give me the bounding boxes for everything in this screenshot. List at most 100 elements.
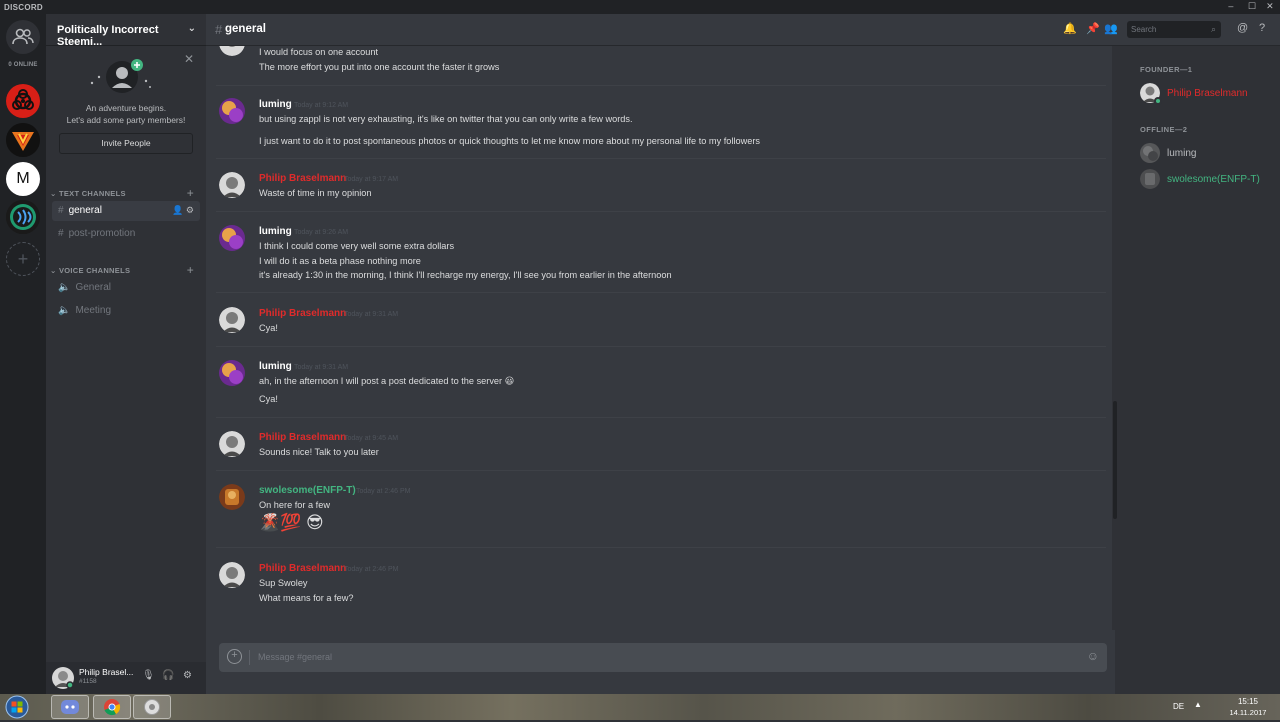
gear-icon[interactable]: ⚙ (183, 670, 192, 681)
message-emoji-line: 🌋💯 😎 (259, 513, 324, 532)
member-philip[interactable]: Philip Braselmann (1140, 83, 1280, 105)
voice-channels-category[interactable]: ⌄ VOICE CHANNELS + (50, 263, 200, 277)
message-author[interactable]: Philip Braselmann (259, 432, 346, 443)
member-name: Philip Braselmann (1167, 88, 1248, 99)
minimize-button[interactable]: – (1223, 1, 1239, 13)
message-placeholder: Message #general (258, 652, 333, 662)
search-input[interactable]: Search ⌕ (1127, 21, 1221, 38)
window-title-bar: DISCORD – ☐ ✕ (0, 0, 1280, 14)
server-steemit[interactable] (6, 200, 40, 234)
message-author[interactable]: luming (259, 361, 292, 372)
add-channel-icon[interactable]: + (187, 186, 194, 200)
close-window-button[interactable]: ✕ (1262, 1, 1278, 13)
message-input[interactable]: + Message #general ☺ (219, 643, 1107, 672)
hash-icon: # (215, 22, 223, 37)
add-server-button[interactable]: + (6, 242, 40, 276)
emoji-picker-icon[interactable]: ☺ (1087, 649, 1099, 663)
avatar[interactable] (219, 484, 245, 510)
user-tag: #1158 (79, 678, 97, 685)
message-timestamp: Today at 9:31 AM (344, 311, 399, 318)
avatar[interactable] (219, 98, 245, 124)
channel-general[interactable]: # general 👤 ⚙ (52, 201, 200, 221)
avatar[interactable] (219, 431, 245, 457)
category-label: VOICE CHANNELS (58, 266, 131, 275)
message-timestamp: Today at 2:46 PM (356, 488, 411, 495)
message-line: I would focus on one account (259, 47, 379, 57)
invite-people-button[interactable]: Invite People (59, 133, 193, 154)
text-channels-category[interactable]: ⌄ TEXT CHANNELS + (50, 186, 200, 200)
message-author[interactable]: Philip Braselmann (259, 563, 346, 574)
server-biohazard[interactable] (6, 84, 40, 118)
message-author[interactable]: Philip Braselmann (259, 308, 346, 319)
add-channel-icon[interactable]: + (187, 263, 194, 277)
bell-icon[interactable]: 🔔 (1063, 22, 1077, 35)
message-line: Sounds nice! Talk to you later (259, 447, 379, 457)
avatar[interactable] (219, 562, 245, 588)
friends-button[interactable] (6, 20, 40, 54)
upload-icon[interactable]: + (227, 649, 242, 664)
mention-icon[interactable]: @ (1237, 22, 1248, 34)
message-timestamp: Today at 9:26 AM (294, 229, 349, 236)
voice-channel-meeting[interactable]: 🔈 Meeting (52, 301, 200, 321)
biohazard-icon (6, 84, 40, 118)
app-icon (144, 699, 160, 715)
message-divider (216, 211, 1106, 212)
pin-icon[interactable]: 📌 (1086, 22, 1100, 35)
message-author[interactable]: luming (259, 99, 292, 110)
system-tray: DE ▲ 15:15 14.11.2017 (1170, 694, 1280, 720)
user-panel: Philip Brasel... #1158 🎙 🎧 ⚙ (46, 662, 206, 694)
gear-icon[interactable]: ⚙ (186, 205, 194, 215)
avatar[interactable] (219, 172, 245, 198)
hash-icon: # (58, 205, 64, 216)
hash-icon: # (58, 228, 64, 239)
clock-date[interactable]: 14.11.2017 (1220, 708, 1276, 717)
member-list: FOUNDER—1 Philip Braselmann OFFLINE—2 lu… (1118, 46, 1280, 694)
member-category-offline: OFFLINE—2 (1140, 125, 1188, 134)
avatar[interactable] (219, 360, 245, 386)
taskbar-app[interactable] (133, 695, 171, 719)
server-rail: 0 ONLINE M + (0, 14, 46, 694)
guild-header[interactable]: Politically Incorrect Steemi... ⌄ (46, 14, 206, 48)
avatar[interactable] (219, 225, 245, 251)
server-m[interactable]: M (6, 162, 40, 196)
invite-icon[interactable]: 👤 (172, 205, 183, 215)
headphones-icon[interactable]: 🎧 (162, 670, 174, 681)
search-placeholder: Search (1131, 25, 1157, 34)
channel-post-promotion[interactable]: # post-promotion (52, 224, 200, 244)
member-swolesome[interactable]: swolesome(ENFP-T) (1140, 169, 1280, 191)
avatar[interactable] (219, 307, 245, 333)
tray-expand-icon[interactable]: ▲ (1194, 700, 1202, 709)
taskbar-discord[interactable] (51, 695, 89, 719)
help-icon[interactable]: ? (1259, 22, 1265, 34)
avatar (1140, 143, 1160, 163)
message-author[interactable]: Philip Braselmann (259, 173, 346, 184)
avatar[interactable] (219, 46, 245, 56)
message-timestamp: Today at 9:12 AM (294, 102, 349, 109)
language-indicator[interactable]: DE (1173, 702, 1184, 711)
online-count: 0 ONLINE (8, 62, 38, 68)
members-icon[interactable]: 👥 (1104, 22, 1118, 35)
voice-channel-general[interactable]: 🔈 General (52, 278, 200, 298)
scrollbar-thumb[interactable] (1113, 401, 1117, 519)
member-luming[interactable]: luming (1140, 143, 1280, 165)
chevron-down-icon: ⌄ (187, 23, 196, 34)
chat-header: # general 🔔 📌 👥 Search ⌕ @ ? (206, 14, 1280, 46)
message-author[interactable]: luming (259, 226, 292, 237)
start-button[interactable] (4, 695, 30, 719)
clock-time[interactable]: 15:15 (1220, 697, 1276, 706)
message-line: but using zappl is not very exhausting, … (259, 114, 633, 124)
message-list: I would focus on one account The more ef… (206, 46, 1115, 630)
invite-panel: ✕ An adventure begins. Let's add some pa… (46, 47, 206, 177)
maximize-button[interactable]: ☐ (1244, 1, 1260, 13)
message-author[interactable]: swolesome(ENFP-T) (259, 485, 356, 496)
server-v[interactable] (6, 123, 40, 157)
guild-name: Politically Incorrect Steemi... (57, 24, 159, 48)
message-line: I will do it as a beta phase nothing mor… (259, 256, 421, 266)
close-icon[interactable]: ✕ (184, 52, 194, 66)
app-brand: DISCORD (4, 3, 43, 12)
message-line: Cya! (259, 323, 278, 333)
invite-line2: Let's add some party members! (66, 115, 186, 125)
taskbar-chrome[interactable] (93, 695, 131, 719)
avatar[interactable] (52, 667, 74, 689)
microphone-icon[interactable]: 🎙 (142, 670, 155, 681)
